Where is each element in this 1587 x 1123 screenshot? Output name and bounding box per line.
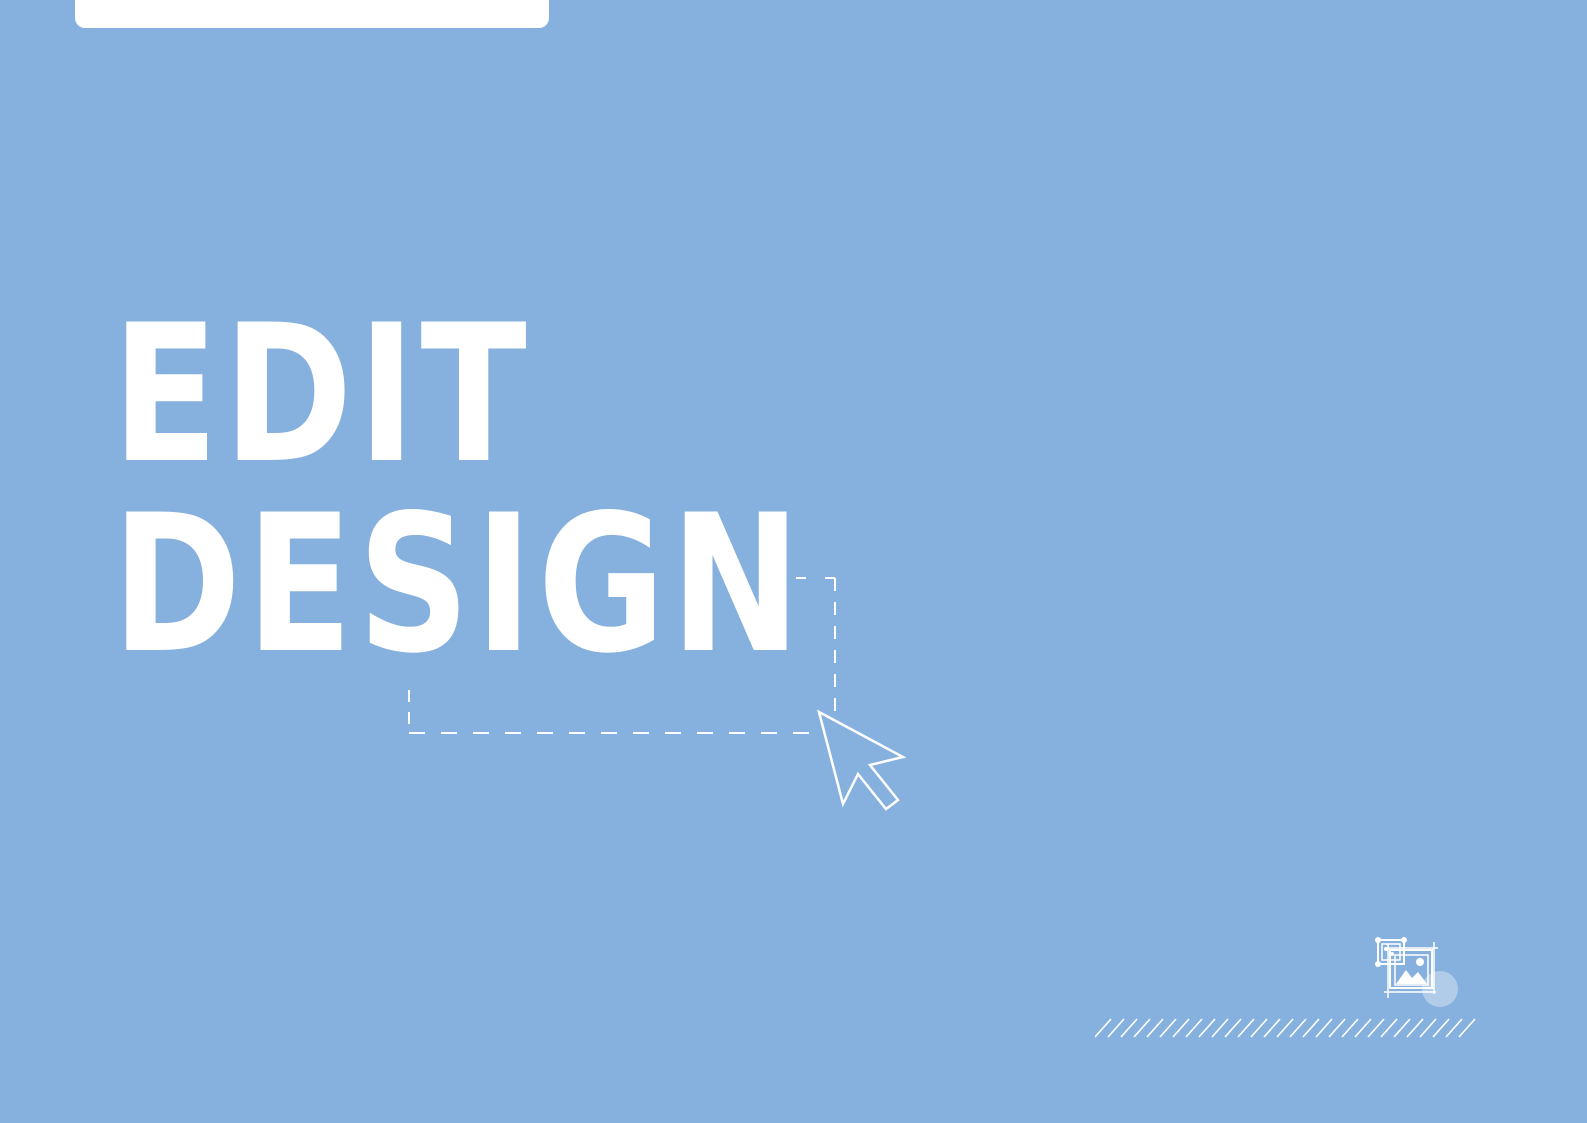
- arrow-cursor-icon: [817, 709, 907, 811]
- hatch-decoration: [1095, 1018, 1476, 1038]
- image-edit-icon: [1375, 937, 1458, 1007]
